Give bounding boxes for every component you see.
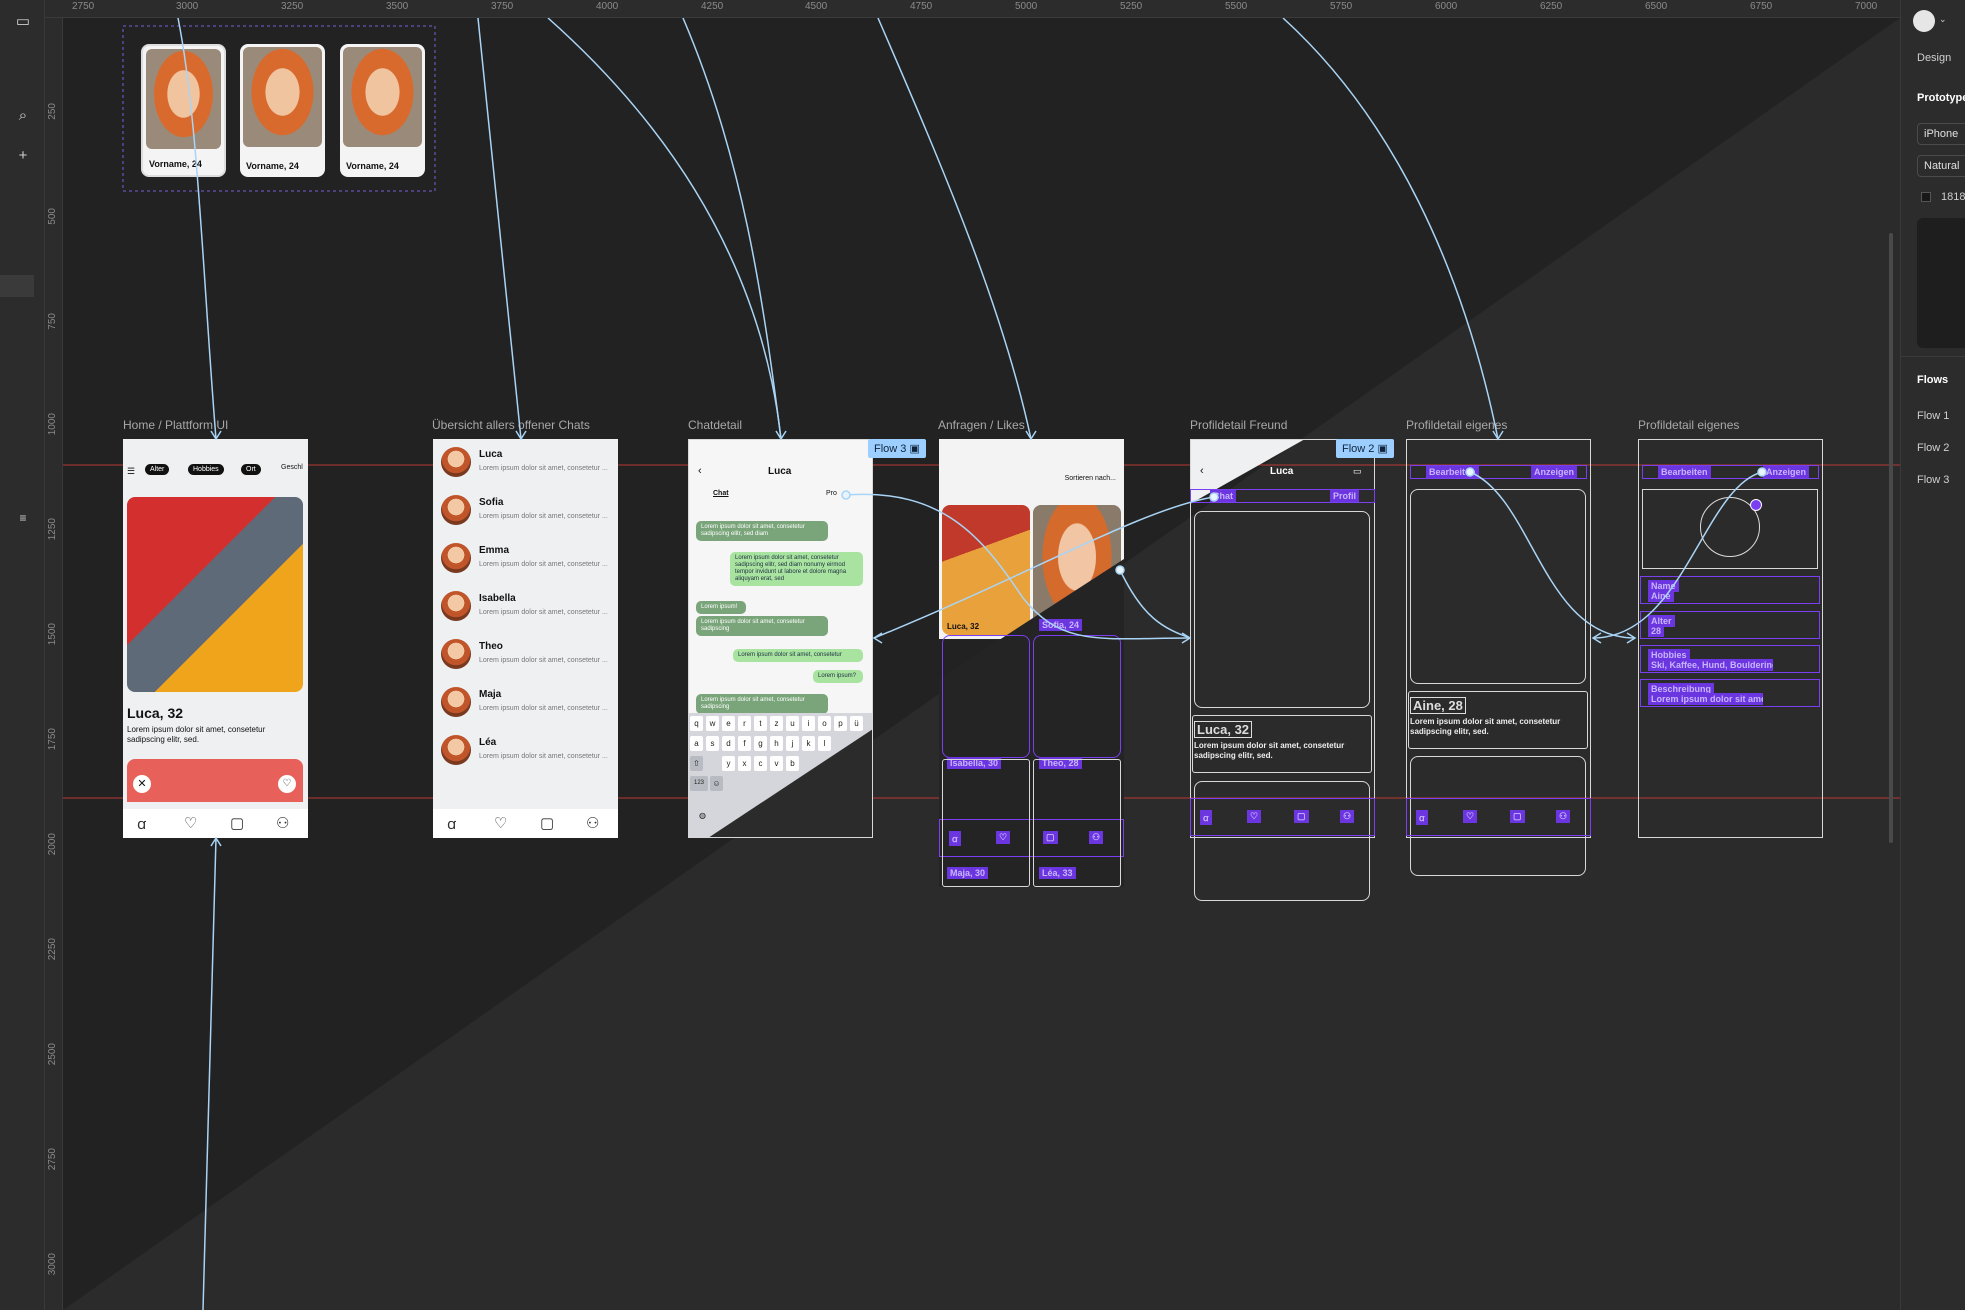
ruler-tick: 500 [47, 208, 58, 225]
search-icon[interactable]: ⌕ [10, 102, 36, 128]
canvas-scrollbar[interactable] [1889, 233, 1893, 843]
color-swatch[interactable] [1921, 192, 1931, 202]
ruler-tick: 2500 [47, 1043, 58, 1066]
ruler-tick: 1000 [47, 413, 58, 436]
ruler-tick: 7000 [1855, 1, 1878, 12]
ruler-tick: 1750 [47, 728, 58, 751]
ruler-tick: 2750 [47, 1148, 58, 1171]
sidebar-toggle-icon[interactable]: ▭ [10, 8, 36, 34]
background-color-value[interactable]: 1818 [1941, 191, 1965, 203]
ruler-tick: 4000 [596, 1, 619, 12]
device-preview [1917, 218, 1965, 348]
avatar[interactable] [1913, 10, 1935, 32]
outline-icon[interactable]: ≡ [10, 505, 36, 531]
ruler-tick: 3750 [491, 1, 514, 12]
figma-editor: ▭ ⌕ + ≡ 2750 3000 3250 3500 3750 4000 42… [0, 0, 1965, 1310]
flow-item[interactable]: Flow 1 [1917, 410, 1949, 422]
left-toolbar: ▭ ⌕ + ≡ [0, 0, 45, 1310]
ruler-tick: 3000 [47, 1253, 58, 1276]
device-select[interactable]: iPhone [1917, 123, 1965, 145]
chevron-down-icon[interactable]: ⌄ [1939, 14, 1947, 25]
ruler-tick: 3500 [386, 1, 409, 12]
ruler-tick: 3250 [281, 1, 304, 12]
ruler-tick: 5750 [1330, 1, 1353, 12]
ruler-tick: 6750 [1750, 1, 1773, 12]
ruler-tick: 2250 [47, 938, 58, 961]
ruler-tick: 2750 [72, 1, 95, 12]
ruler-tick: 4750 [910, 1, 933, 12]
properties-panel: ⌄ Design Prototype iPhone Natural 1818 F… [1900, 0, 1965, 1310]
ruler-tick: 2000 [47, 833, 58, 856]
ruler-tick: 4250 [701, 1, 724, 12]
ruler-tick: 4500 [805, 1, 828, 12]
tab-prototype[interactable]: Prototype [1917, 92, 1965, 104]
plus-icon[interactable]: + [10, 142, 36, 168]
ruler-tick: 5500 [1225, 1, 1248, 12]
flow-item[interactable]: Flow 3 [1917, 474, 1949, 486]
design-canvas[interactable]: Vorname, 24 Vorname, 24 Vorname, 24 Home… [63, 18, 1900, 1310]
ruler-tick: 6500 [1645, 1, 1668, 12]
scaling-select[interactable]: Natural [1917, 155, 1965, 177]
ruler-top: 2750 3000 3250 3500 3750 4000 4250 4500 … [45, 0, 1900, 18]
ruler-tick: 250 [47, 103, 58, 120]
flow-item[interactable]: Flow 2 [1917, 442, 1949, 454]
ruler-tick: 6250 [1540, 1, 1563, 12]
ruler-tick: 1500 [47, 623, 58, 646]
divider [1901, 356, 1965, 357]
ruler-tick: 6000 [1435, 1, 1458, 12]
ruler-tick: 5000 [1015, 1, 1038, 12]
layer-highlight [0, 275, 34, 297]
ruler-tick: 5250 [1120, 1, 1143, 12]
tab-design[interactable]: Design [1917, 52, 1951, 64]
prototype-connectors [177, 18, 1767, 1310]
ruler-left: 250 500 750 1000 1250 1500 1750 2000 225… [45, 18, 63, 1310]
ruler-tick: 3000 [176, 1, 199, 12]
flows-heading: Flows [1917, 374, 1949, 386]
ruler-tick: 750 [47, 313, 58, 330]
ruler-tick: 1250 [47, 518, 58, 541]
